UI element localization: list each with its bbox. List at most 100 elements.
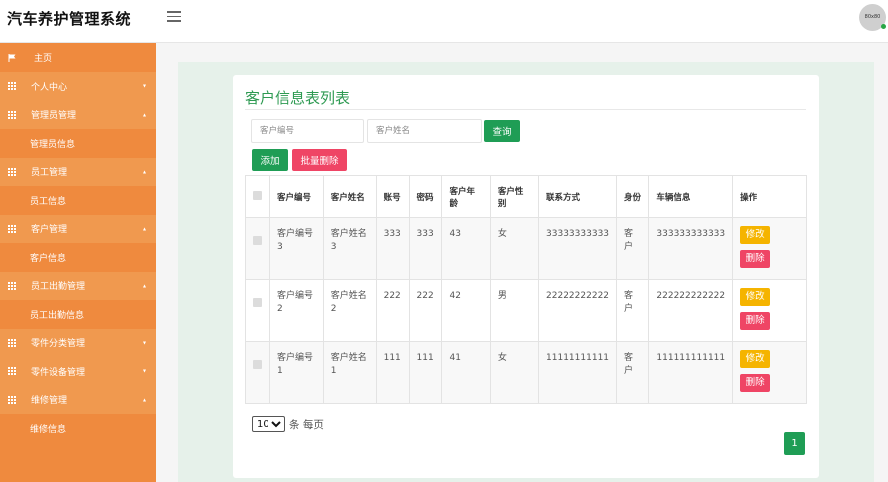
row-checkbox[interactable] xyxy=(253,360,262,369)
cell-gender: 女 xyxy=(489,341,540,404)
caret-icon: ▴ xyxy=(142,282,146,290)
sidebar-item-label: 员工出勤管理 xyxy=(31,282,86,293)
select-all-checkbox[interactable] xyxy=(253,190,262,200)
cell-password: 333 xyxy=(408,217,443,280)
delete-button[interactable]: 删除 xyxy=(740,374,771,392)
customer-no-search-input[interactable] xyxy=(251,119,364,143)
row-actions-cell: 修改 删除 xyxy=(732,217,807,280)
sidebar-item-label: 维修管理 xyxy=(31,396,68,407)
caret-icon: ▾ xyxy=(142,82,146,90)
column-header: 身份 xyxy=(616,175,650,218)
edit-button[interactable]: 修改 xyxy=(740,350,771,368)
row-actions-cell: 修改 删除 xyxy=(732,279,807,342)
title-divider xyxy=(245,109,806,110)
sidebar-item-3[interactable]: 员工管理 ▴ xyxy=(0,157,156,186)
sidebar-item-label: 员工信息 xyxy=(30,196,67,207)
delete-button[interactable]: 删除 xyxy=(740,312,771,330)
menu-toggle-icon[interactable] xyxy=(167,11,181,23)
table-row: 客户编号2 客户姓名2 222 222 42 男 22222222222 客户 22222222… xyxy=(245,279,807,342)
grid-icon xyxy=(8,395,16,404)
cell-vehicle: 222222222222 xyxy=(648,279,734,342)
cell-password: 222 xyxy=(408,279,443,342)
caret-icon: ▴ xyxy=(142,225,146,233)
table-header-row: 客户编号 客户姓名 账号 密码 客户年龄 客户性别 联系方式 身份 车辆信息 操… xyxy=(245,175,807,218)
sidebar-item-6[interactable]: 客户信息 xyxy=(0,243,156,272)
top-bar: 汽车养护管理系统 80x80 xyxy=(0,0,888,43)
sidebar-item-home[interactable]: 主页 xyxy=(0,43,156,72)
pagination-page-1[interactable]: 1 xyxy=(784,432,805,455)
row-select-cell xyxy=(245,341,270,404)
sidebar-item-label: 客户信息 xyxy=(30,253,67,264)
grid-icon xyxy=(8,224,16,233)
sidebar-item-5[interactable]: 客户管理 ▴ xyxy=(0,214,156,243)
caret-icon: ▾ xyxy=(142,339,146,347)
page-size-select[interactable]: 10 xyxy=(252,416,285,432)
sidebar-item-label: 零件分类管理 xyxy=(31,339,86,350)
sidebar-item-label: 维修信息 xyxy=(30,424,67,435)
table-row: 客户编号3 客户姓名3 333 333 43 女 33333333333 客户 33333333… xyxy=(245,217,807,280)
column-header: 客户编号 xyxy=(269,175,324,218)
page-size-control: 10 条 每页 xyxy=(252,416,324,432)
caret-icon: ▴ xyxy=(142,168,146,176)
query-button[interactable]: 查询 xyxy=(484,120,520,142)
sidebar-item-10[interactable]: 零件设备管理 ▾ xyxy=(0,357,156,386)
sidebar-item-12[interactable]: 维修信息 xyxy=(0,414,156,443)
column-header: 联系方式 xyxy=(538,175,618,218)
row-checkbox[interactable] xyxy=(253,236,262,245)
cell-role: 客户 xyxy=(616,279,650,342)
edit-button[interactable]: 修改 xyxy=(740,288,771,306)
customer-table: 客户编号 客户姓名 账号 密码 客户年龄 客户性别 联系方式 身份 车辆信息 操… xyxy=(245,175,807,404)
online-status-dot xyxy=(881,24,886,29)
cell-name: 客户姓名1 xyxy=(322,341,377,404)
sidebar-item-7[interactable]: 员工出勤管理 ▴ xyxy=(0,271,156,300)
app-title: 汽车养护管理系统 xyxy=(7,10,132,28)
sidebar-item-0[interactable]: 个人中心 ▾ xyxy=(0,72,156,101)
cell-age: 41 xyxy=(441,341,491,404)
add-button[interactable]: 添加 xyxy=(252,149,288,171)
sidebar-item-label: 员工管理 xyxy=(31,168,68,179)
caret-icon: ▾ xyxy=(142,367,146,375)
sidebar-item-label: 主页 xyxy=(34,54,53,64)
flag-icon xyxy=(8,53,16,62)
caret-icon: ▴ xyxy=(142,396,146,404)
delete-button[interactable]: 删除 xyxy=(740,250,771,268)
cell-age: 42 xyxy=(441,279,491,342)
sidebar-item-11[interactable]: 维修管理 ▴ xyxy=(0,385,156,414)
sidebar-item-2[interactable]: 管理员信息 xyxy=(0,129,156,158)
cell-vehicle: 111111111111 xyxy=(648,341,734,404)
cell-phone: 11111111111 xyxy=(538,341,618,404)
sidebar-item-4[interactable]: 员工信息 xyxy=(0,186,156,215)
cell-name: 客户姓名2 xyxy=(322,279,377,342)
grid-icon xyxy=(8,167,16,176)
column-header: 客户性别 xyxy=(489,175,540,218)
cell-password: 111 xyxy=(408,341,443,404)
grid-icon xyxy=(8,281,16,290)
cell-role: 客户 xyxy=(616,217,650,280)
sidebar-item-label: 客户管理 xyxy=(31,225,68,236)
customer-name-search-input[interactable] xyxy=(367,119,482,143)
cell-name: 客户姓名3 xyxy=(322,217,377,280)
column-header: 客户年龄 xyxy=(441,175,491,218)
row-select-cell xyxy=(245,217,270,280)
select-all-cell xyxy=(245,175,270,218)
sidebar-item-1[interactable]: 管理员管理 ▴ xyxy=(0,100,156,129)
cell-phone: 22222222222 xyxy=(538,279,618,342)
cell-account: 222 xyxy=(375,279,410,342)
grid-icon xyxy=(8,338,16,347)
batch-delete-button[interactable]: 批量删除 xyxy=(292,149,347,171)
cell-no: 客户编号2 xyxy=(269,279,324,342)
sidebar-item-8[interactable]: 员工出勤信息 xyxy=(0,300,156,329)
avatar-text: 80x80 xyxy=(864,14,881,20)
column-header: 客户姓名 xyxy=(322,175,377,218)
column-header: 操作 xyxy=(732,175,807,218)
grid-icon xyxy=(8,367,16,376)
edit-button[interactable]: 修改 xyxy=(740,226,771,244)
avatar[interactable]: 80x80 xyxy=(859,4,886,31)
sidebar: 主页 个人中心 ▾ 管理员管理 ▴ 管理员信息员工管理 ▴ 员工信息客户管理 ▴ 客户信息员工出… xyxy=(0,43,156,482)
grid-icon xyxy=(8,110,16,119)
row-checkbox[interactable] xyxy=(253,298,262,307)
sidebar-item-9[interactable]: 零件分类管理 ▾ xyxy=(0,328,156,357)
table-row: 客户编号1 客户姓名1 111 111 41 女 11111111111 客户 11111111… xyxy=(245,341,807,404)
cell-phone: 33333333333 xyxy=(538,217,618,280)
sidebar-item-label: 管理员信息 xyxy=(30,139,76,150)
